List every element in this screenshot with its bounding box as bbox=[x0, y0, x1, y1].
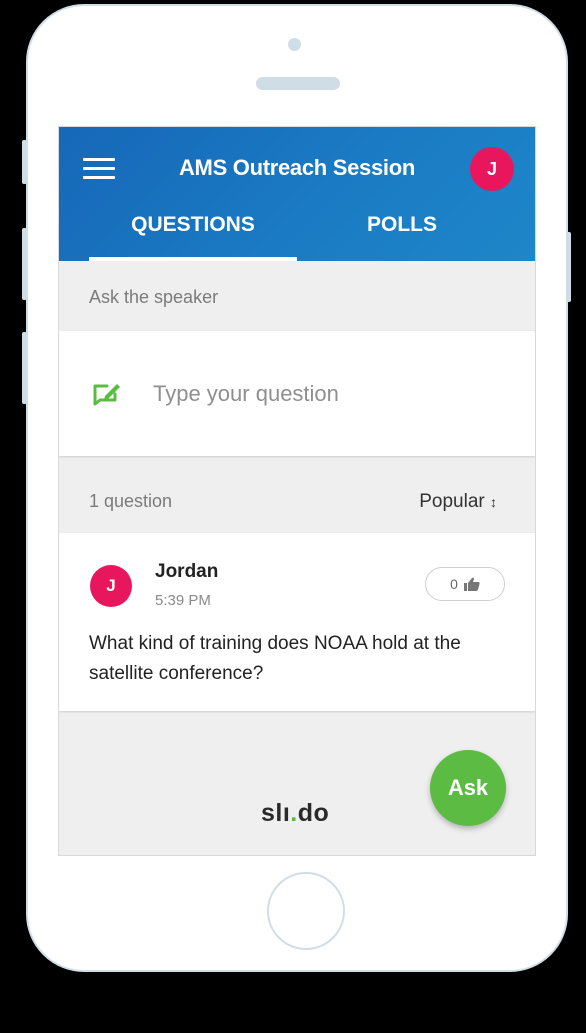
question-input-box[interactable]: Type your question bbox=[59, 331, 535, 456]
like-button[interactable]: 0 bbox=[425, 567, 505, 601]
slido-logo: slı.do bbox=[261, 799, 330, 827]
app-screen: AMS Outreach Session J QUESTIONS POLLS A… bbox=[58, 126, 536, 856]
app-header: AMS Outreach Session J QUESTIONS POLLS bbox=[59, 127, 535, 261]
question-text: What kind of training does NOAA hold at … bbox=[89, 633, 461, 684]
phone-home-button[interactable] bbox=[267, 872, 345, 950]
event-title: AMS Outreach Session bbox=[178, 155, 416, 180]
tab-questions[interactable]: QUESTIONS bbox=[89, 213, 297, 261]
ask-button[interactable]: Ask bbox=[430, 750, 506, 826]
tab-polls[interactable]: POLLS bbox=[297, 213, 507, 261]
sort-label: Popular bbox=[419, 491, 485, 512]
thumbs-up-icon bbox=[463, 577, 480, 591]
question-input-placeholder: Type your question bbox=[153, 381, 339, 406]
compose-icon bbox=[93, 384, 120, 406]
author-name: Jordan bbox=[155, 561, 219, 582]
user-avatar[interactable]: J bbox=[470, 147, 514, 191]
phone-speaker bbox=[256, 77, 340, 90]
like-count: 0 bbox=[450, 576, 458, 592]
question-count: 1 question bbox=[89, 491, 173, 511]
phone-camera bbox=[288, 38, 301, 51]
question-card: J Jordan 5:39 PM 0 What kind of training… bbox=[59, 533, 535, 711]
sort-arrows-icon: ↕ bbox=[490, 494, 497, 510]
author-avatar: J bbox=[90, 565, 132, 607]
question-time: 5:39 PM bbox=[155, 592, 211, 609]
sort-dropdown[interactable]: Popular ↕ bbox=[419, 491, 497, 513]
ask-section-label: Ask the speaker bbox=[89, 287, 219, 307]
questions-toolbar: 1 question Popular ↕ bbox=[89, 491, 497, 512]
